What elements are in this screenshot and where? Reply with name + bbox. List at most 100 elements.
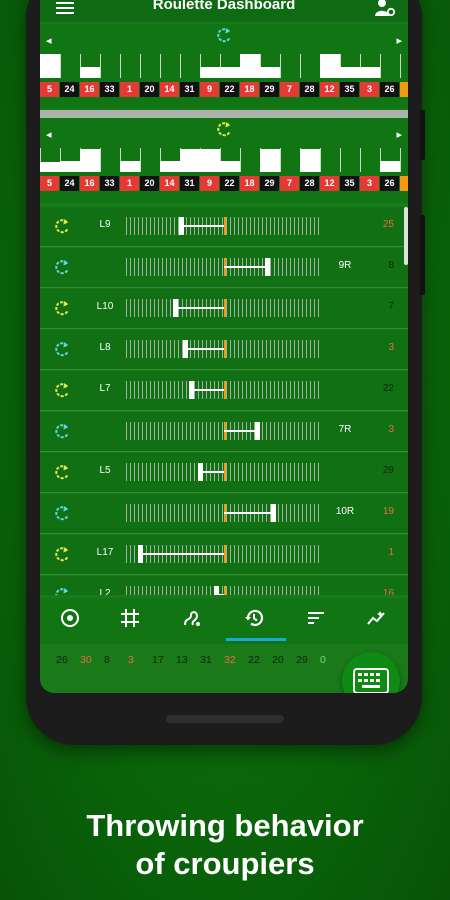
refresh-icon[interactable] [52, 299, 72, 319]
wheel-bar-track [300, 54, 320, 78]
previous-arrow[interactable]: ◂ [46, 34, 52, 47]
wheel-bar-track [340, 148, 360, 172]
wheel-number: 35 [340, 176, 359, 191]
wheel-bar-fill [60, 161, 80, 172]
throw-row[interactable]: L8 3 [40, 330, 408, 370]
wheel-bar-fill [40, 162, 60, 172]
tab-table[interactable] [112, 604, 148, 632]
wheel-bar-fill [220, 161, 240, 172]
tab-trends[interactable] [358, 604, 394, 632]
refresh-icon[interactable] [52, 545, 72, 565]
throw-count: 1 [388, 547, 394, 558]
tab-sort[interactable] [298, 604, 334, 632]
wheel-bar-fill [260, 149, 280, 172]
refresh-icon[interactable] [52, 340, 72, 360]
wheel-number: 33 [100, 176, 119, 191]
history-icon [245, 609, 264, 627]
wheel-number [400, 82, 408, 97]
left-label: L2 [99, 588, 111, 595]
wheel-bar-track [160, 54, 180, 78]
left-label: L8 [99, 342, 111, 353]
next-arrow[interactable]: ▸ [396, 34, 402, 47]
throw-slider [126, 299, 322, 317]
panel-divider [40, 110, 408, 118]
bottom-navigation [40, 598, 408, 644]
wheel-number: 1 [120, 176, 139, 191]
wheel-number: 5 [40, 82, 59, 97]
wheel-number: 18 [240, 176, 259, 191]
throw-row[interactable]: L5 29 [40, 453, 408, 493]
wheel-number: 31 [180, 176, 199, 191]
wheel-number: 7 [280, 176, 299, 191]
throw-offset-segment [224, 266, 267, 268]
refresh-icon[interactable] [214, 26, 234, 46]
refresh-icon[interactable] [52, 258, 72, 278]
wheel-distribution-panel-top: ◂ ▸ 5 24 16 33 1 20 14 31 9 22 18 29 7 28 12 35 3 26 [40, 24, 408, 109]
throw-row[interactable]: L2 16 [40, 576, 408, 595]
wheel-number: 20 [140, 176, 159, 191]
center-marker [224, 340, 226, 358]
wheel-bar-fill [240, 54, 260, 78]
previous-arrow[interactable]: ◂ [46, 128, 52, 141]
wheel-number: 28 [300, 176, 319, 191]
wheel-number: 9 [200, 82, 219, 97]
tab-throws[interactable] [174, 604, 210, 632]
wheel-number: 1 [120, 82, 139, 97]
user-settings-icon[interactable] [374, 0, 396, 18]
refresh-icon[interactable] [52, 504, 72, 524]
throw-count: 8 [388, 260, 394, 271]
throw-row[interactable]: 7R 3 [40, 412, 408, 452]
wheel-bar-fill [200, 149, 220, 172]
throw-row[interactable]: L17 1 [40, 535, 408, 575]
tab-history[interactable] [236, 604, 272, 632]
phone-side-button [420, 110, 425, 160]
history-number: 30 [80, 654, 92, 666]
throw-row[interactable]: 9R 8 [40, 248, 408, 288]
phone-side-button [420, 215, 425, 295]
list-scrollbar[interactable] [404, 207, 408, 265]
refresh-icon[interactable] [52, 422, 72, 442]
throw-offset-knob [189, 381, 194, 399]
refresh-icon[interactable] [52, 381, 72, 401]
refresh-icon[interactable] [52, 463, 72, 483]
app-title: Roulette Dashboard [152, 0, 296, 13]
right-label: 9R [338, 260, 352, 271]
wheel-bar-fill [40, 54, 60, 78]
history-number: 32 [224, 654, 236, 666]
wheel-number: 9 [200, 176, 219, 191]
throw-offset-knob [214, 586, 219, 595]
throw-count: 3 [388, 424, 394, 435]
wheel-number: 14 [160, 176, 179, 191]
throw-offset-knob [179, 217, 184, 235]
wheel-number: 22 [220, 82, 239, 97]
throw-behavior-list: L9 25 9R 8 L10 7 L8 3 L7 22 7R 3 L5 29 10R 19 L17 1 L2 16 [40, 207, 408, 595]
throw-offset-knob [255, 422, 260, 440]
wheel-bar-track [120, 54, 140, 78]
throw-count: 19 [382, 506, 394, 517]
wheel-bar-track [100, 54, 120, 78]
home-indicator [166, 715, 284, 723]
refresh-icon[interactable] [52, 586, 72, 595]
target-icon [61, 609, 79, 627]
throw-row[interactable]: L9 25 [40, 207, 408, 247]
center-marker [224, 299, 226, 317]
grid-icon [121, 609, 139, 627]
throw-row[interactable]: L7 22 [40, 371, 408, 411]
wheel-number: 26 [380, 82, 399, 97]
wheel-bar-track [400, 54, 408, 78]
history-number: 0 [320, 654, 326, 666]
center-marker [224, 545, 226, 563]
refresh-icon[interactable] [214, 120, 234, 140]
throw-row[interactable]: L10 7 [40, 289, 408, 329]
throw-count: 22 [382, 383, 394, 394]
wheel-number: 20 [140, 82, 159, 97]
throw-offset-knob [138, 545, 143, 563]
next-arrow[interactable]: ▸ [396, 128, 402, 141]
wheel-bar-track [60, 54, 80, 78]
throw-row[interactable]: 10R 19 [40, 494, 408, 534]
refresh-icon[interactable] [52, 217, 72, 237]
tab-wheel[interactable] [52, 604, 88, 632]
throw-offset-knob [198, 463, 203, 481]
caption-line-2: of croupiers [135, 846, 315, 881]
history-number: 22 [248, 654, 260, 666]
